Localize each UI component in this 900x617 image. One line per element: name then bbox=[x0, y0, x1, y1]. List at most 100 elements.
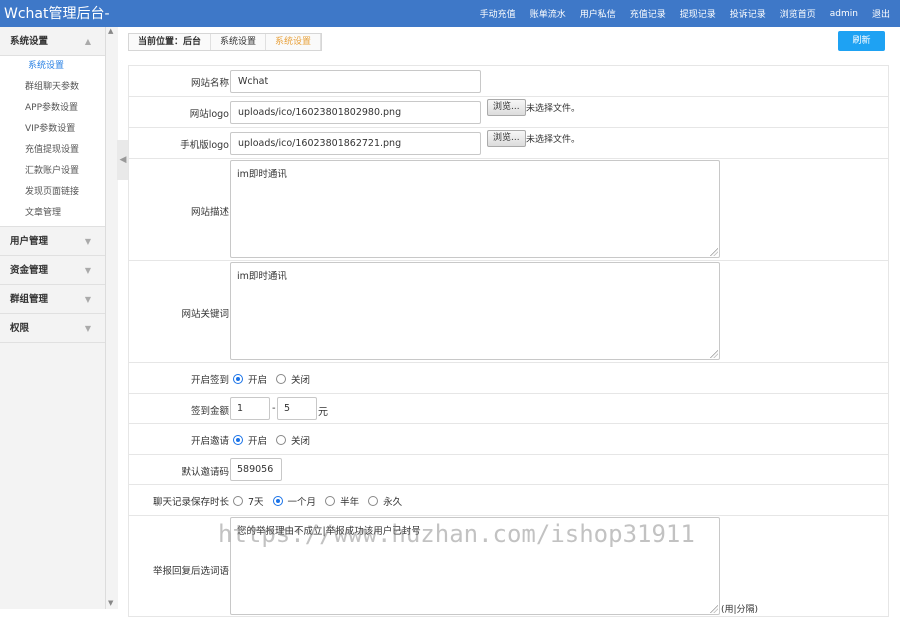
sidebar-item-app-params[interactable]: APP参数设置 bbox=[0, 98, 105, 119]
form-row-report-reply: 举报回复后选词语 您的举报理由不成立|举报成功该用户已封号 (用|分隔) bbox=[129, 516, 888, 616]
site-description-textarea[interactable]: im即时通讯 bbox=[230, 160, 720, 258]
checkin-radio-group: 开启 关闭 bbox=[233, 372, 319, 386]
checkin-amount-min-input[interactable]: 1 bbox=[230, 397, 270, 420]
sidebar-section-label: 群组管理 bbox=[10, 294, 49, 305]
checkin-off-label[interactable]: 关闭 bbox=[291, 372, 310, 386]
chat-retention-label: 聊天记录保存时长 bbox=[152, 497, 229, 508]
site-keywords-textarea[interactable]: im即时通讯 bbox=[230, 262, 720, 360]
mobile-logo-label: 手机版logo bbox=[180, 140, 229, 151]
form-row-chat-retention: 聊天记录保存时长 7天 一个月 半年 永久 bbox=[129, 485, 888, 516]
nav-recharge-records[interactable]: 充值记录 bbox=[630, 7, 666, 20]
sidebar-item-group-chat-params[interactable]: 群组聊天参数 bbox=[0, 77, 105, 98]
chevron-left-icon: ◀ bbox=[119, 155, 127, 165]
chat-retention-radio-group: 7天 一个月 半年 永久 bbox=[233, 494, 411, 508]
scroll-down-icon[interactable]: ▼ bbox=[108, 599, 113, 607]
breadcrumb: 当前位置：后台 系统设置 系统设置 bbox=[128, 33, 323, 51]
resize-grip-icon[interactable] bbox=[710, 248, 718, 256]
sidebar-section-system-settings[interactable]: 系统设置 ▲ bbox=[0, 27, 105, 56]
sidebar-section-group-management[interactable]: 群组管理 ▼ bbox=[0, 285, 105, 314]
report-reply-textarea[interactable]: 您的举报理由不成立|举报成功该用户已封号 bbox=[230, 517, 720, 615]
checkin-amount-unit: 元 bbox=[318, 407, 328, 418]
retention-month-label[interactable]: 一个月 bbox=[288, 494, 317, 508]
nav-manual-recharge[interactable]: 手动充值 bbox=[480, 7, 516, 20]
site-logo-file-status: 未选择文件。 bbox=[526, 104, 581, 114]
retention-forever-radio[interactable] bbox=[368, 496, 379, 506]
checkin-on-radio[interactable] bbox=[233, 374, 243, 384]
sidebar-section-label: 用户管理 bbox=[10, 236, 49, 247]
top-bar: Wchat管理后台- 手动充值 账单流水 用户私信 充值记录 提现记录 投诉记录… bbox=[0, 0, 900, 27]
mobile-logo-path-input[interactable]: uploads/ico/16023801862721.png bbox=[230, 132, 481, 155]
retention-7days-radio[interactable] bbox=[233, 496, 243, 506]
nav-admin-user[interactable]: admin bbox=[830, 9, 858, 19]
nav-withdraw-records[interactable]: 提现记录 bbox=[680, 7, 716, 20]
mobile-logo-file-status: 未选择文件。 bbox=[526, 135, 581, 145]
report-reply-text: 您的举报理由不成立|举报成功该用户已封号 bbox=[237, 526, 421, 537]
app-title: Wchat管理后台- bbox=[4, 6, 110, 22]
form-row-mobile-logo: 手机版logo uploads/ico/16023801862721.png 浏… bbox=[129, 128, 888, 159]
invite-on-radio[interactable] bbox=[233, 435, 243, 445]
scroll-up-icon[interactable]: ▲ bbox=[108, 27, 113, 35]
checkin-amount-max-input[interactable]: 5 bbox=[277, 397, 317, 420]
sidebar-section-permissions[interactable]: 权限 ▼ bbox=[0, 314, 105, 343]
settings-form: 网站名称 Wchat 网站logo uploads/ico/1602380180… bbox=[128, 65, 889, 617]
site-logo-path-input[interactable]: uploads/ico/16023801802980.png bbox=[230, 101, 481, 124]
site-keywords-label: 网站关键词 bbox=[181, 309, 229, 320]
sidebar-item-articles[interactable]: 文章管理 bbox=[0, 203, 105, 224]
form-row-invite-code: 默认邀请码 589056 bbox=[129, 455, 888, 485]
nav-complaint-records[interactable]: 投诉记录 bbox=[730, 7, 766, 20]
site-name-input[interactable]: Wchat bbox=[230, 70, 481, 93]
checkin-amount-label: 签到金额 bbox=[190, 406, 229, 417]
chevron-down-icon: ▼ bbox=[84, 295, 91, 304]
chevron-down-icon: ▼ bbox=[84, 266, 91, 275]
breadcrumb-current: 系统设置 bbox=[266, 34, 322, 50]
report-reply-label: 举报回复后选词语 bbox=[152, 566, 229, 577]
mobile-logo-browse-button[interactable]: 浏览... bbox=[487, 130, 526, 147]
nav-user-messages[interactable]: 用户私信 bbox=[580, 7, 616, 20]
site-description-label: 网站描述 bbox=[190, 207, 229, 218]
resize-grip-icon[interactable] bbox=[710, 350, 718, 358]
refresh-button[interactable]: 刷新 bbox=[838, 31, 885, 51]
sidebar-section-fund-management[interactable]: 资金管理 ▼ bbox=[0, 256, 105, 285]
breadcrumb-item[interactable]: 系统设置 bbox=[211, 34, 267, 50]
resize-grip-icon[interactable] bbox=[710, 605, 718, 613]
invite-label: 开启邀请 bbox=[190, 436, 229, 447]
sidebar-item-recharge-withdraw[interactable]: 充值提现设置 bbox=[0, 140, 105, 161]
top-nav: 手动充值 账单流水 用户私信 充值记录 提现记录 投诉记录 浏览首页 admin… bbox=[480, 0, 900, 27]
invite-code-label: 默认邀请码 bbox=[181, 467, 229, 478]
breadcrumb-location[interactable]: 当前位置：后台 bbox=[129, 34, 212, 50]
checkin-label: 开启签到 bbox=[190, 375, 229, 386]
chevron-down-icon: ▼ bbox=[84, 324, 91, 333]
site-description-text: im即时通讯 bbox=[237, 169, 287, 180]
retention-halfyear-radio[interactable] bbox=[325, 496, 336, 506]
chevron-up-icon: ▲ bbox=[84, 37, 91, 46]
site-logo-browse-button[interactable]: 浏览... bbox=[487, 99, 526, 116]
invite-radio-group: 开启 关闭 bbox=[233, 433, 319, 447]
retention-halfyear-label[interactable]: 半年 bbox=[340, 494, 359, 508]
site-keywords-text: im即时通讯 bbox=[237, 271, 287, 282]
invite-off-label[interactable]: 关闭 bbox=[291, 433, 310, 447]
nav-logout[interactable]: 退出 bbox=[872, 7, 890, 20]
sidebar-section-label: 系统设置 bbox=[10, 36, 49, 47]
retention-7days-label[interactable]: 7天 bbox=[248, 494, 264, 508]
nav-bill-flow[interactable]: 账单流水 bbox=[530, 7, 566, 20]
retention-month-radio[interactable] bbox=[272, 496, 283, 506]
form-row-site-description: 网站描述 im即时通讯 bbox=[129, 159, 888, 261]
nav-browse-home[interactable]: 浏览首页 bbox=[780, 7, 816, 20]
invite-on-label[interactable]: 开启 bbox=[248, 433, 267, 447]
chevron-down-icon: ▼ bbox=[84, 237, 91, 246]
sidebar-scrollbar[interactable]: ▲ ▼ bbox=[106, 27, 118, 609]
sidebar-item-discover-links[interactable]: 发现页面链接 bbox=[0, 182, 105, 203]
retention-forever-label[interactable]: 永久 bbox=[383, 494, 402, 508]
sidebar-item-system-settings[interactable]: 系统设置 bbox=[0, 56, 105, 77]
checkin-off-radio[interactable] bbox=[276, 374, 287, 384]
form-row-invite: 开启邀请 开启 关闭 bbox=[129, 424, 888, 455]
invite-code-input[interactable]: 589056 bbox=[230, 458, 282, 481]
sidebar-item-remit-accounts[interactable]: 汇款账户设置 bbox=[0, 161, 105, 182]
sidebar-section-label: 资金管理 bbox=[10, 265, 49, 276]
invite-off-radio[interactable] bbox=[276, 435, 287, 445]
site-logo-label: 网站logo bbox=[189, 109, 229, 120]
sidebar-section-user-management[interactable]: 用户管理 ▼ bbox=[0, 227, 105, 256]
sidebar: 系统设置 ▲ 系统设置 群组聊天参数 APP参数设置 VIP参数设置 充值提现设… bbox=[0, 27, 106, 609]
checkin-on-label[interactable]: 开启 bbox=[248, 372, 267, 386]
sidebar-item-vip-params[interactable]: VIP参数设置 bbox=[0, 119, 105, 140]
